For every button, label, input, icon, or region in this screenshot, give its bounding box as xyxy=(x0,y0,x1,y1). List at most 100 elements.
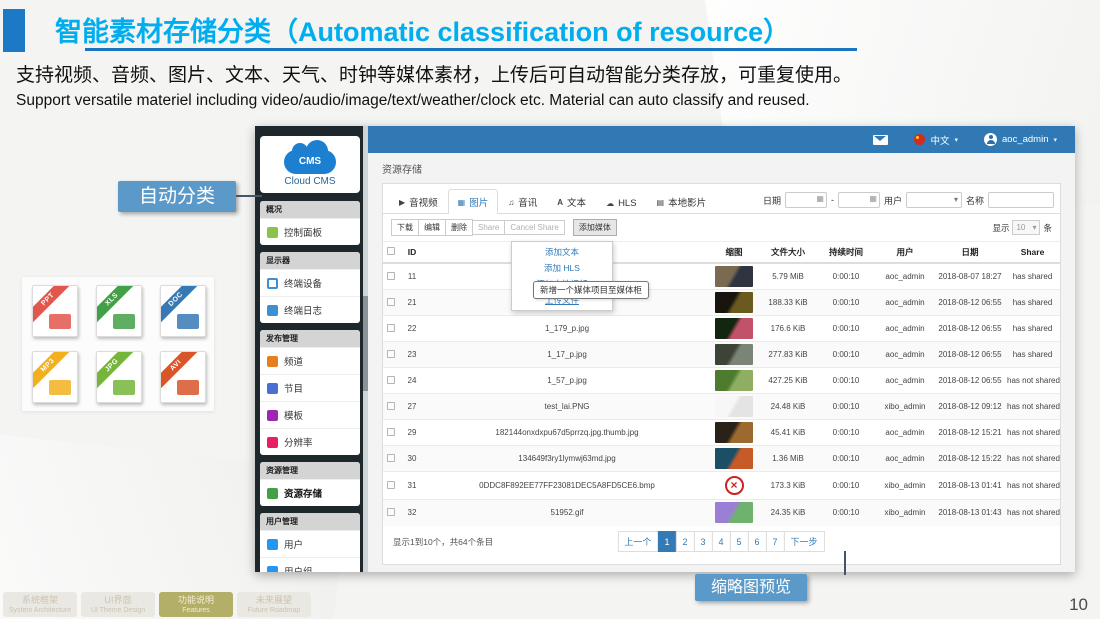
row-checkbox[interactable] xyxy=(387,481,395,489)
sidebar-scrollbar[interactable] xyxy=(363,126,368,572)
row-checkbox[interactable] xyxy=(387,298,395,306)
file-type-body xyxy=(113,314,135,329)
sidebar-item-channels[interactable]: 频道 xyxy=(260,347,360,374)
add-media-menu-item[interactable]: 添加文本 xyxy=(512,244,612,260)
table-row[interactable]: 31 0DDC8F892EE77FF23081DEC5A8FD5CE6.bmp … xyxy=(383,472,1060,500)
media-tab[interactable]: 音讯 xyxy=(498,189,547,214)
table-row[interactable]: 32 51952.gif 24.35 KiB 0:00:10 xibo_admi… xyxy=(383,500,1060,526)
cell-media-name: test_lai.PNG xyxy=(425,394,709,420)
bottom-nav-tab[interactable]: 系统框架 System Architecture xyxy=(3,592,77,617)
scrollbar-thumb[interactable] xyxy=(363,296,368,391)
row-checkbox[interactable] xyxy=(387,376,395,384)
bottom-nav-tab[interactable]: 功能说明 Features xyxy=(159,592,233,617)
thumbnail-image[interactable] xyxy=(715,476,753,497)
date-to-input[interactable]: ▦ xyxy=(838,192,880,208)
table-row[interactable]: 11 156.JPG 5.79 MiB 0:00:10 aoc_admin 20… xyxy=(383,263,1060,290)
sidebar-item-display-logs[interactable]: 终端日志 xyxy=(260,296,360,323)
col-header-file-size[interactable]: 文件大小 xyxy=(759,242,817,264)
tab-icon xyxy=(458,198,466,207)
sidebar-section-label: 用户管理 xyxy=(260,513,360,530)
cell-file-size: 5.79 MiB xyxy=(759,263,817,290)
media-tab[interactable]: 音视频 xyxy=(389,189,448,214)
col-header-user[interactable]: 用户 xyxy=(875,242,935,264)
page-button[interactable]: 2 xyxy=(675,531,694,552)
thumbnail-image[interactable] xyxy=(715,370,753,391)
media-tab[interactable]: 图片 xyxy=(448,189,499,214)
page-button[interactable]: 5 xyxy=(730,531,749,552)
chevron-down-icon: ▾ xyxy=(1032,223,1036,232)
row-checkbox[interactable] xyxy=(387,454,395,462)
page-button[interactable]: 6 xyxy=(748,531,767,552)
col-header-thumbnail[interactable]: 缩图 xyxy=(709,242,759,264)
table-row[interactable]: 24 1_57_p.jpg 427.25 KiB 0:00:10 aoc_adm… xyxy=(383,368,1060,394)
add-media-menu-item[interactable]: 添加 HLS xyxy=(512,260,612,276)
date-from-input[interactable]: ▦ xyxy=(785,192,827,208)
sidebar-item-resource-storage[interactable]: 资源存储 xyxy=(260,479,360,506)
col-header-date[interactable]: 日期 xyxy=(935,242,1005,264)
bottom-nav-tab[interactable]: 未来展望 Future Roadmap xyxy=(237,592,311,617)
row-checkbox[interactable] xyxy=(387,428,395,436)
row-checkbox[interactable] xyxy=(387,272,395,280)
table-row[interactable]: 22 1_179_p.jpg 176.6 KiB 0:00:10 aoc_adm… xyxy=(383,316,1060,342)
page-button[interactable]: 4 xyxy=(711,531,730,552)
calendar-icon: ▦ xyxy=(816,194,824,203)
page-button[interactable]: 1 xyxy=(657,531,676,552)
table-row[interactable]: 23 1_17_p.jpg 277.83 KiB 0:00:10 aoc_adm… xyxy=(383,342,1060,368)
table-row[interactable]: 27 test_lai.PNG 24.48 KiB 0:00:10 xibo_a… xyxy=(383,394,1060,420)
table-row[interactable]: 30 134649f3ry1lymwj63md.jpg 1.36 MiB 0:0… xyxy=(383,446,1060,472)
cell-media-name: 134649f3ry1lymwj63md.jpg xyxy=(425,446,709,472)
download-button[interactable]: 下载 xyxy=(391,219,419,236)
table-row[interactable]: 21 1_2_p.jpg 188.33 KiB 0:00:10 aoc_admi… xyxy=(383,290,1060,316)
entries-count-select[interactable]: 10 ▾ xyxy=(1012,220,1040,235)
thumbnail-image[interactable] xyxy=(715,266,753,287)
user-menu[interactable]: aoc_admin ▾ xyxy=(984,133,1057,146)
row-checkbox[interactable] xyxy=(387,350,395,358)
thumbnail-image[interactable] xyxy=(715,448,753,469)
sidebar-item-label: 模板 xyxy=(284,408,303,422)
sidebar-item-programs[interactable]: 节目 xyxy=(260,374,360,401)
cancel-share-button[interactable]: Cancel Share xyxy=(504,220,564,235)
sidebar-item-dashboard[interactable]: 控制面板 xyxy=(260,218,360,245)
row-checkbox[interactable] xyxy=(387,508,395,516)
sidebar-item-resolutions[interactable]: 分辨率 xyxy=(260,428,360,455)
mail-icon[interactable] xyxy=(873,135,888,145)
sidebar-item-users[interactable]: 用户 xyxy=(260,530,360,557)
name-filter-input[interactable] xyxy=(988,192,1054,208)
language-menu[interactable]: 中文 ▾ xyxy=(914,133,958,147)
prev-page-button[interactable]: 上一个 xyxy=(617,531,658,552)
page-button[interactable]: 7 xyxy=(766,531,785,552)
add-media-button[interactable]: 添加媒体 xyxy=(573,219,617,236)
user-filter-select[interactable]: ▾ xyxy=(906,192,962,208)
next-page-button[interactable]: 下一步 xyxy=(784,531,825,552)
bottom-nav-tab[interactable]: UI界面 UI Theme Design xyxy=(81,592,155,617)
thumbnail-image[interactable] xyxy=(715,292,753,313)
file-type-icon: JPG xyxy=(96,351,142,403)
show-entries: 显示 10 ▾ 条 xyxy=(992,220,1052,235)
thumbnail-image[interactable] xyxy=(715,502,753,523)
thumbnail-image[interactable] xyxy=(715,318,753,339)
page-button[interactable]: 3 xyxy=(693,531,712,552)
share-button[interactable]: Share xyxy=(472,220,505,235)
media-tab[interactable]: HLS xyxy=(596,192,646,214)
media-tab[interactable]: 本地影片 xyxy=(647,189,717,214)
sidebar-item-user-groups[interactable]: 用户组 xyxy=(260,557,360,572)
thumbnail-image[interactable] xyxy=(715,344,753,365)
table-row[interactable]: 29 182144onxdxpu67d5prrzq.jpg.thumb.jpg … xyxy=(383,420,1060,446)
media-tab[interactable]: 文本 xyxy=(547,189,596,214)
thumbnail-image[interactable] xyxy=(715,422,753,443)
sidebar-item-templates[interactable]: 模板 xyxy=(260,401,360,428)
thumbnail-image[interactable] xyxy=(715,396,753,417)
tab-label: 文本 xyxy=(567,195,586,209)
delete-button[interactable]: 删除 xyxy=(445,219,473,236)
sidebar-section-label: 概况 xyxy=(260,201,360,218)
row-checkbox[interactable] xyxy=(387,402,395,410)
edit-button[interactable]: 编辑 xyxy=(418,219,446,236)
sidebar-item-displays[interactable]: 终端设备 xyxy=(260,269,360,296)
row-checkbox[interactable] xyxy=(387,324,395,332)
col-header-share[interactable]: Share xyxy=(1005,242,1060,264)
col-header-id[interactable]: ID xyxy=(399,242,425,264)
resolution-icon xyxy=(267,437,278,448)
select-all-checkbox[interactable] xyxy=(387,247,395,255)
cell-id: 22 xyxy=(399,316,425,342)
col-header-duration[interactable]: 持续时间 xyxy=(817,242,875,264)
